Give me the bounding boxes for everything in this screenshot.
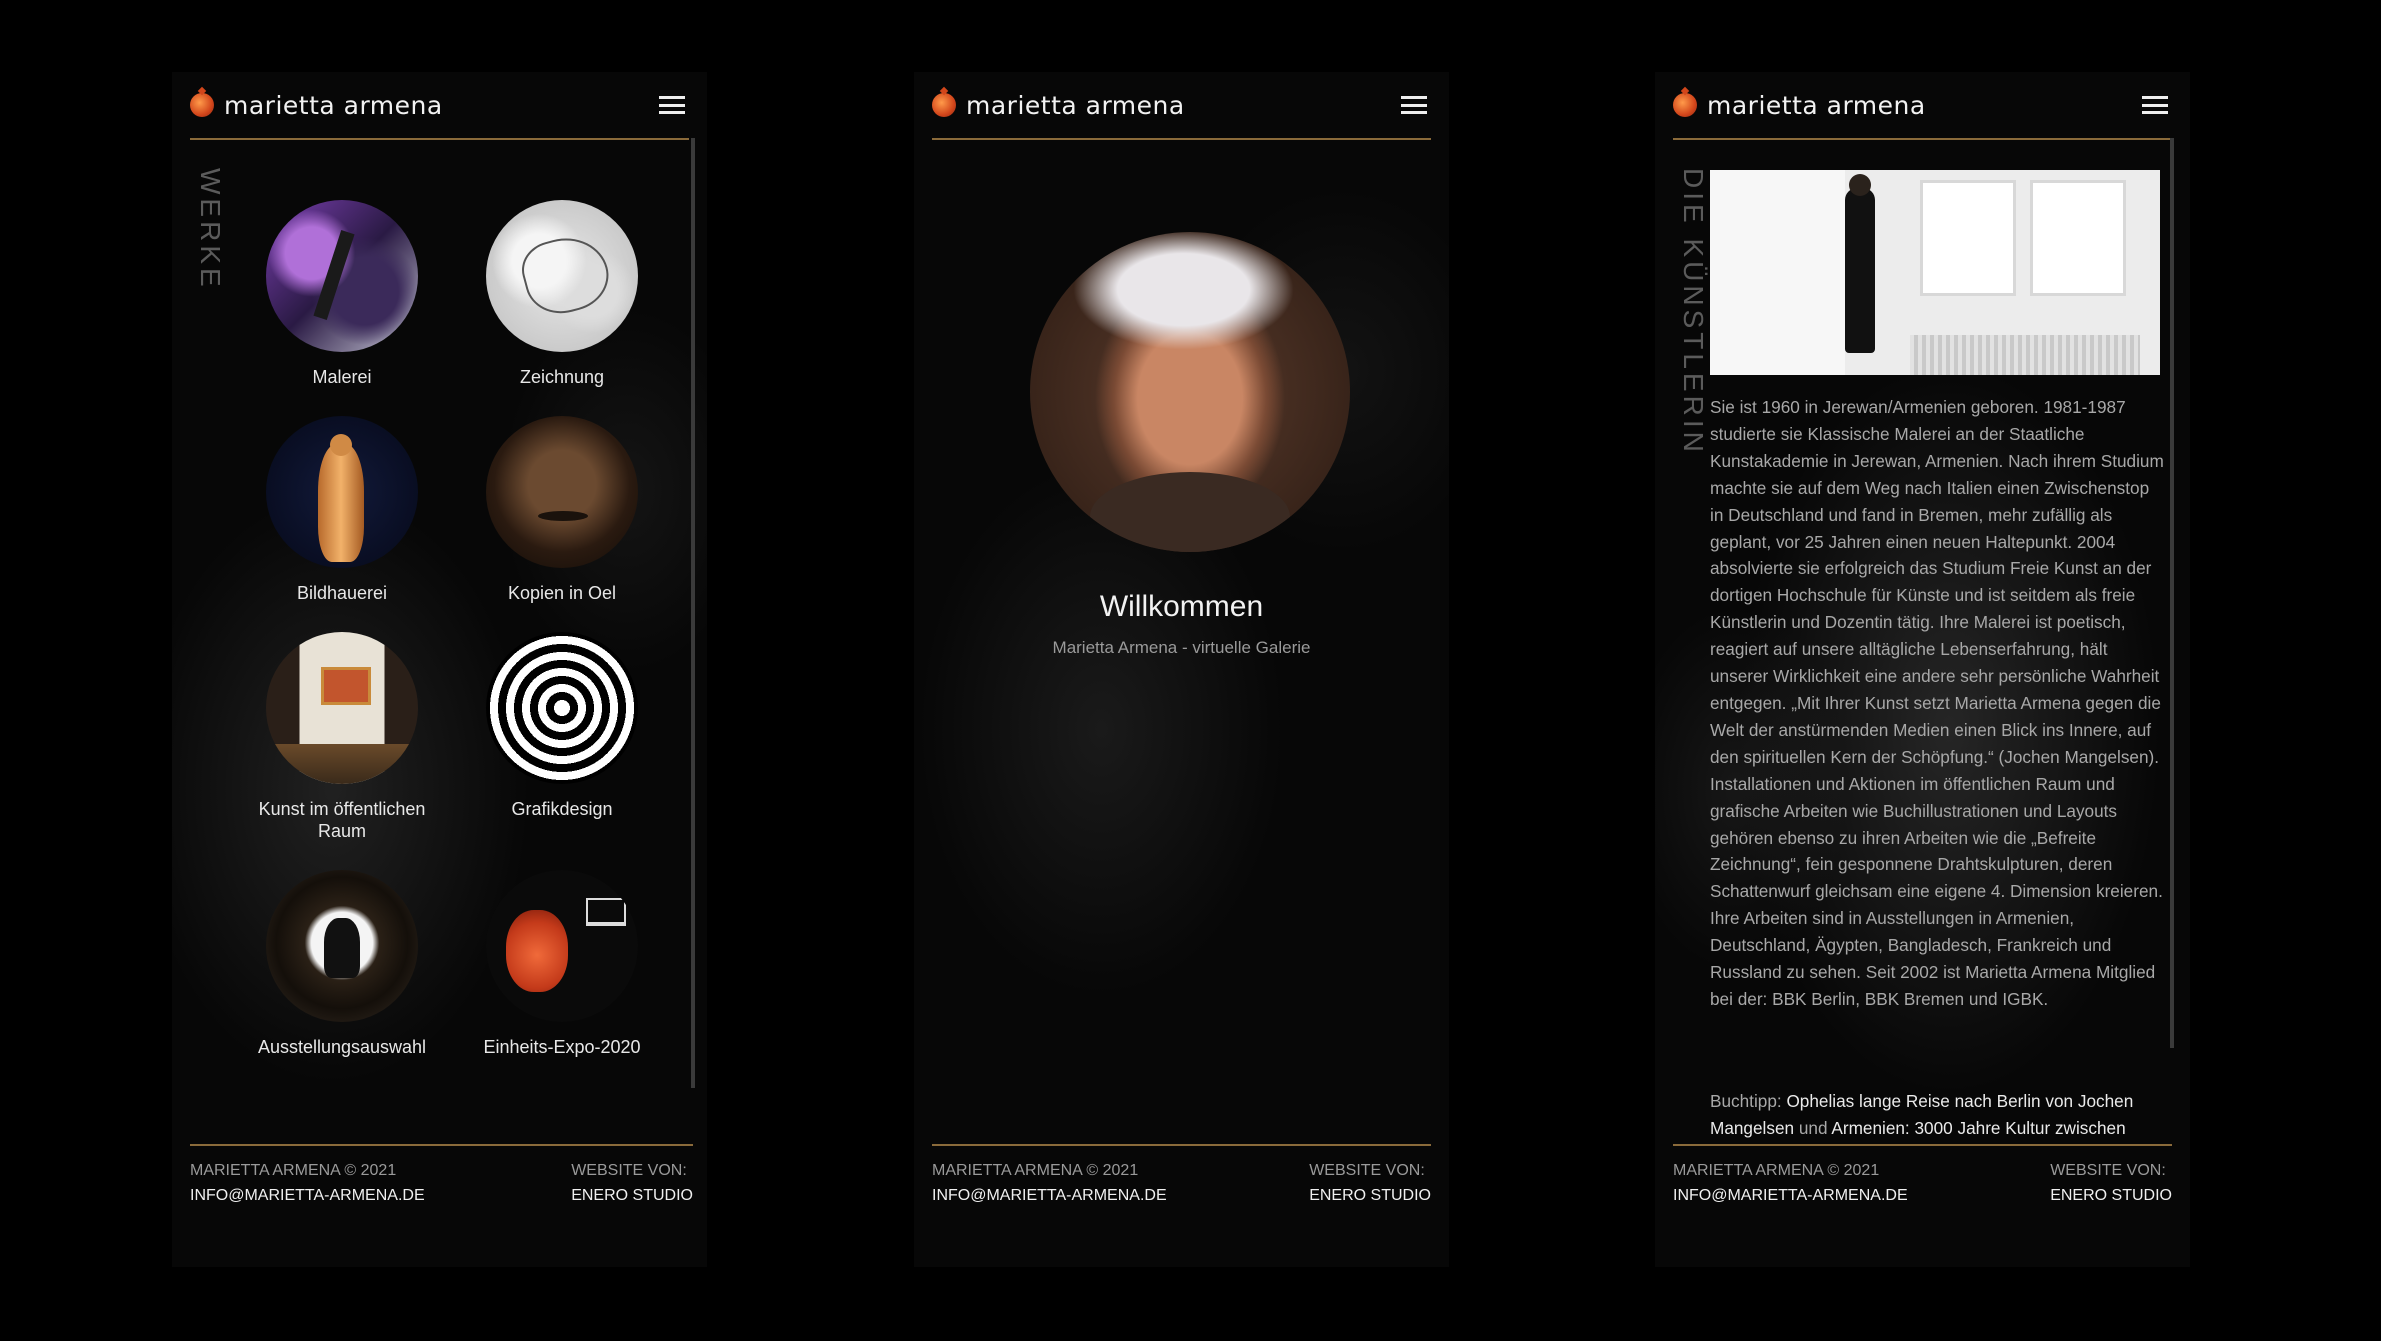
book-tip-prefix: Buchtipp: — [1710, 1091, 1787, 1111]
studio-link[interactable]: ENERO STUDIO — [571, 1183, 693, 1208]
werke-grid: Malerei Zeichnung Bildhauerei Kopien in … — [232, 200, 672, 1058]
website-by-label: WEBSITE VON: — [1309, 1162, 1425, 1179]
tile-label[interactable]: Einheits-Expo-2020 — [462, 1036, 662, 1058]
brand-logo[interactable]: marietta armena — [1673, 91, 1926, 120]
pomegranate-icon — [190, 93, 214, 117]
hamburger-menu-icon[interactable] — [1401, 96, 1427, 114]
tile-label[interactable]: Bildhauerei — [242, 582, 442, 604]
kopien-thumbnail[interactable] — [486, 416, 638, 568]
scrollbar[interactable] — [2170, 138, 2174, 1048]
website-by-label: WEBSITE VON: — [571, 1162, 687, 1179]
phone-artist: marietta armena DIE KÜNSTLERIN Sie ist 1… — [1655, 72, 2190, 1267]
section-label-werke: WERKE — [195, 168, 226, 291]
website-by-label: WEBSITE VON: — [2050, 1162, 2166, 1179]
tile-label[interactable]: Kopien in Oel — [462, 582, 662, 604]
bildhauerei-thumbnail[interactable] — [266, 416, 418, 568]
hamburger-menu-icon[interactable] — [2142, 96, 2168, 114]
portrait-image — [1030, 232, 1350, 552]
tile-kopien-in-oel[interactable]: Kopien in Oel — [452, 416, 672, 604]
expo-thumbnail[interactable] — [486, 870, 638, 1022]
tile-malerei[interactable]: Malerei — [232, 200, 452, 388]
tile-grafikdesign[interactable]: Grafikdesign — [452, 632, 672, 842]
pomegranate-icon — [1673, 93, 1697, 117]
tile-bildhauerei[interactable]: Bildhauerei — [232, 416, 452, 604]
tile-zeichnung[interactable]: Zeichnung — [452, 200, 672, 388]
email-link[interactable]: INFO@MARIETTA-ARMENA.DE — [932, 1183, 1167, 1208]
tile-label[interactable]: Ausstellungsauswahl — [242, 1036, 442, 1058]
phone-welcome: marietta armena Willkommen Marietta Arme… — [914, 72, 1449, 1267]
book-tip: Buchtipp: Ophelias lange Reise nach Berl… — [1710, 1088, 2165, 1144]
header: marietta armena — [190, 72, 689, 140]
book-link-armenien[interactable]: Armenien: 3000 Jahre Kultur zwischen — [1831, 1118, 2125, 1138]
studio-link[interactable]: ENERO STUDIO — [2050, 1183, 2172, 1208]
tile-label[interactable]: Grafikdesign — [462, 798, 662, 820]
welcome-title: Willkommen — [1099, 590, 1264, 623]
footer: MARIETTA ARMENA © 2021 INFO@MARIETTA-ARM… — [1673, 1144, 2172, 1216]
footer: MARIETTA ARMENA © 2021 INFO@MARIETTA-ARM… — [190, 1144, 693, 1216]
copyright: MARIETTA ARMENA © 2021 — [932, 1162, 1139, 1179]
copyright: MARIETTA ARMENA © 2021 — [190, 1162, 397, 1179]
brand-name: marietta armena — [1707, 90, 1926, 120]
artist-bio: Sie ist 1960 in Jerewan/Armenien geboren… — [1710, 397, 2164, 1009]
tile-einheits-expo[interactable]: Einheits-Expo-2020 — [452, 870, 672, 1058]
header: marietta armena — [932, 72, 1431, 140]
zeichnung-thumbnail[interactable] — [486, 200, 638, 352]
brand-logo[interactable]: marietta armena — [932, 91, 1185, 120]
welcome-subtitle: Marietta Armena - virtuelle Galerie — [1052, 638, 1311, 657]
footer: MARIETTA ARMENA © 2021 INFO@MARIETTA-ARM… — [932, 1144, 1431, 1216]
pomegranate-icon — [932, 93, 956, 117]
section-label-artist: DIE KÜNSTLERIN — [1678, 168, 1709, 456]
tile-label[interactable]: Kunst im öffentlichen Raum — [242, 798, 442, 842]
brand-name: marietta armena — [966, 90, 1185, 120]
phone-werke: marietta armena WERKE Malerei Zeichnung … — [172, 72, 707, 1267]
scrollbar[interactable] — [691, 138, 695, 1088]
brand-logo[interactable]: marietta armena — [190, 91, 443, 120]
hamburger-menu-icon[interactable] — [659, 96, 685, 114]
email-link[interactable]: INFO@MARIETTA-ARMENA.DE — [190, 1183, 425, 1208]
tile-kunst-im-oeffentlichen-raum[interactable]: Kunst im öffentlichen Raum — [232, 632, 452, 842]
grafikdesign-thumbnail[interactable] — [486, 632, 638, 784]
tile-label[interactable]: Malerei — [242, 366, 442, 388]
artist-photo — [1710, 170, 2160, 375]
malerei-thumbnail[interactable] — [266, 200, 418, 352]
brand-name: marietta armena — [224, 90, 443, 120]
copyright: MARIETTA ARMENA © 2021 — [1673, 1162, 1880, 1179]
studio-link[interactable]: ENERO STUDIO — [1309, 1183, 1431, 1208]
email-link[interactable]: INFO@MARIETTA-ARMENA.DE — [1673, 1183, 1908, 1208]
tile-label[interactable]: Zeichnung — [462, 366, 662, 388]
book-tip-and: und — [1794, 1117, 1832, 1138]
kunst-thumbnail[interactable] — [266, 632, 418, 784]
tile-ausstellungsauswahl[interactable]: Ausstellungsauswahl — [232, 870, 452, 1058]
header: marietta armena — [1673, 72, 2172, 140]
ausstellung-thumbnail[interactable] — [266, 870, 418, 1022]
